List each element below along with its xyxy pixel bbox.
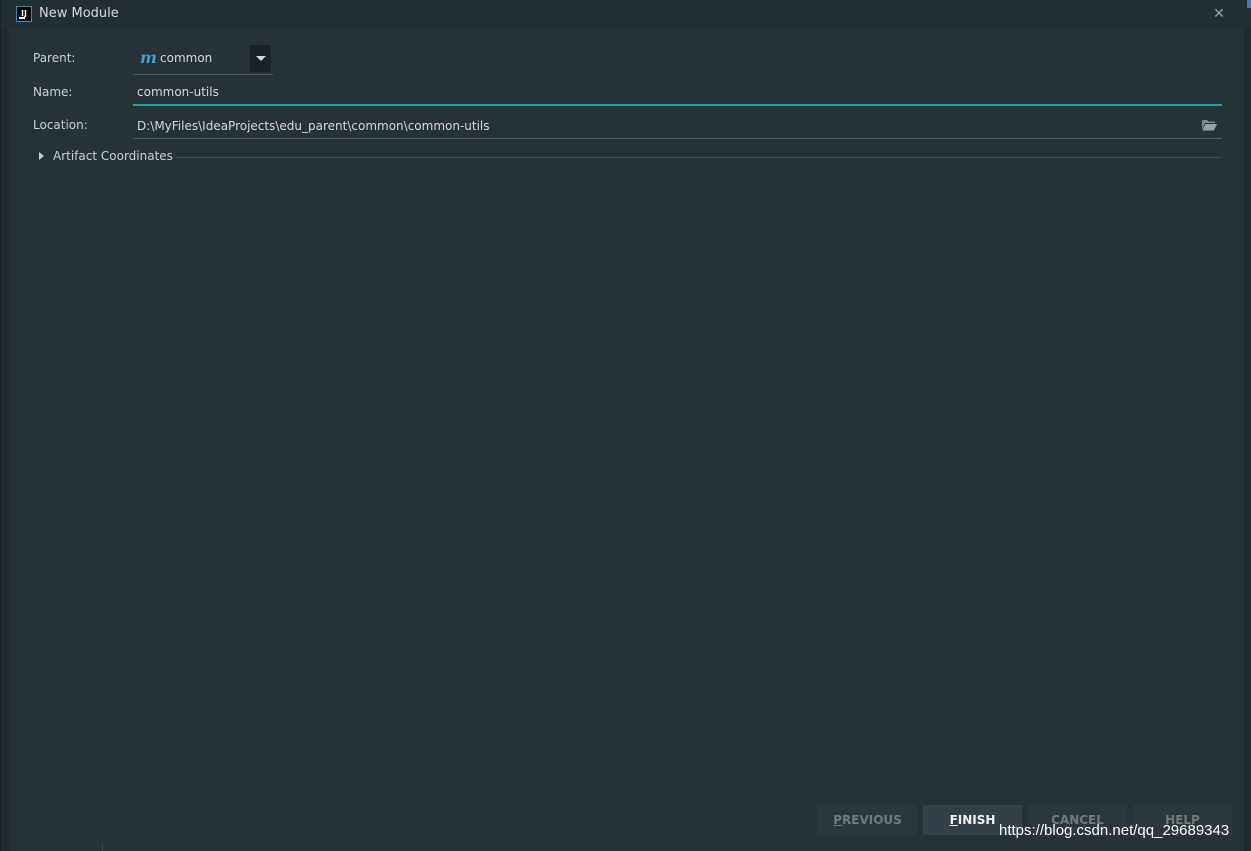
dialog-title: New Module <box>39 6 119 21</box>
chevron-down-icon <box>256 56 266 61</box>
right-border <box>1244 28 1251 851</box>
artifact-coordinates-label: Artifact Coordinates <box>53 149 173 163</box>
new-module-dialog: IJ New Module ✕ Parent: m common Name: L… <box>0 0 1251 851</box>
watermark-text: https://blog.csdn.net/qq_29689343 <box>999 822 1230 839</box>
location-label: Location: <box>33 118 88 132</box>
artifact-coordinates-section[interactable]: Artifact Coordinates <box>37 149 1221 165</box>
parent-label: Parent: <box>33 51 76 65</box>
section-divider <box>175 157 1221 158</box>
dropdown-button[interactable] <box>250 45 271 72</box>
maven-module-icon: m <box>140 48 157 67</box>
location-field[interactable] <box>133 114 1222 139</box>
bottom-divider-tick <box>102 843 103 851</box>
title-bar: IJ New Module ✕ <box>1 0 1251 28</box>
previous-button[interactable]: PREVIOUS <box>818 805 917 835</box>
parent-dropdown[interactable]: m common <box>133 43 273 75</box>
intellij-app-icon: IJ <box>16 6 32 22</box>
expand-triangle-icon <box>39 152 44 160</box>
left-border <box>1 28 9 851</box>
parent-value: common <box>160 51 213 65</box>
close-icon[interactable]: ✕ <box>1209 5 1229 23</box>
name-field[interactable] <box>133 80 1222 106</box>
window-edge-marker <box>1247 0 1251 8</box>
folder-browse-icon[interactable] <box>1202 119 1217 131</box>
name-label: Name: <box>33 85 73 99</box>
